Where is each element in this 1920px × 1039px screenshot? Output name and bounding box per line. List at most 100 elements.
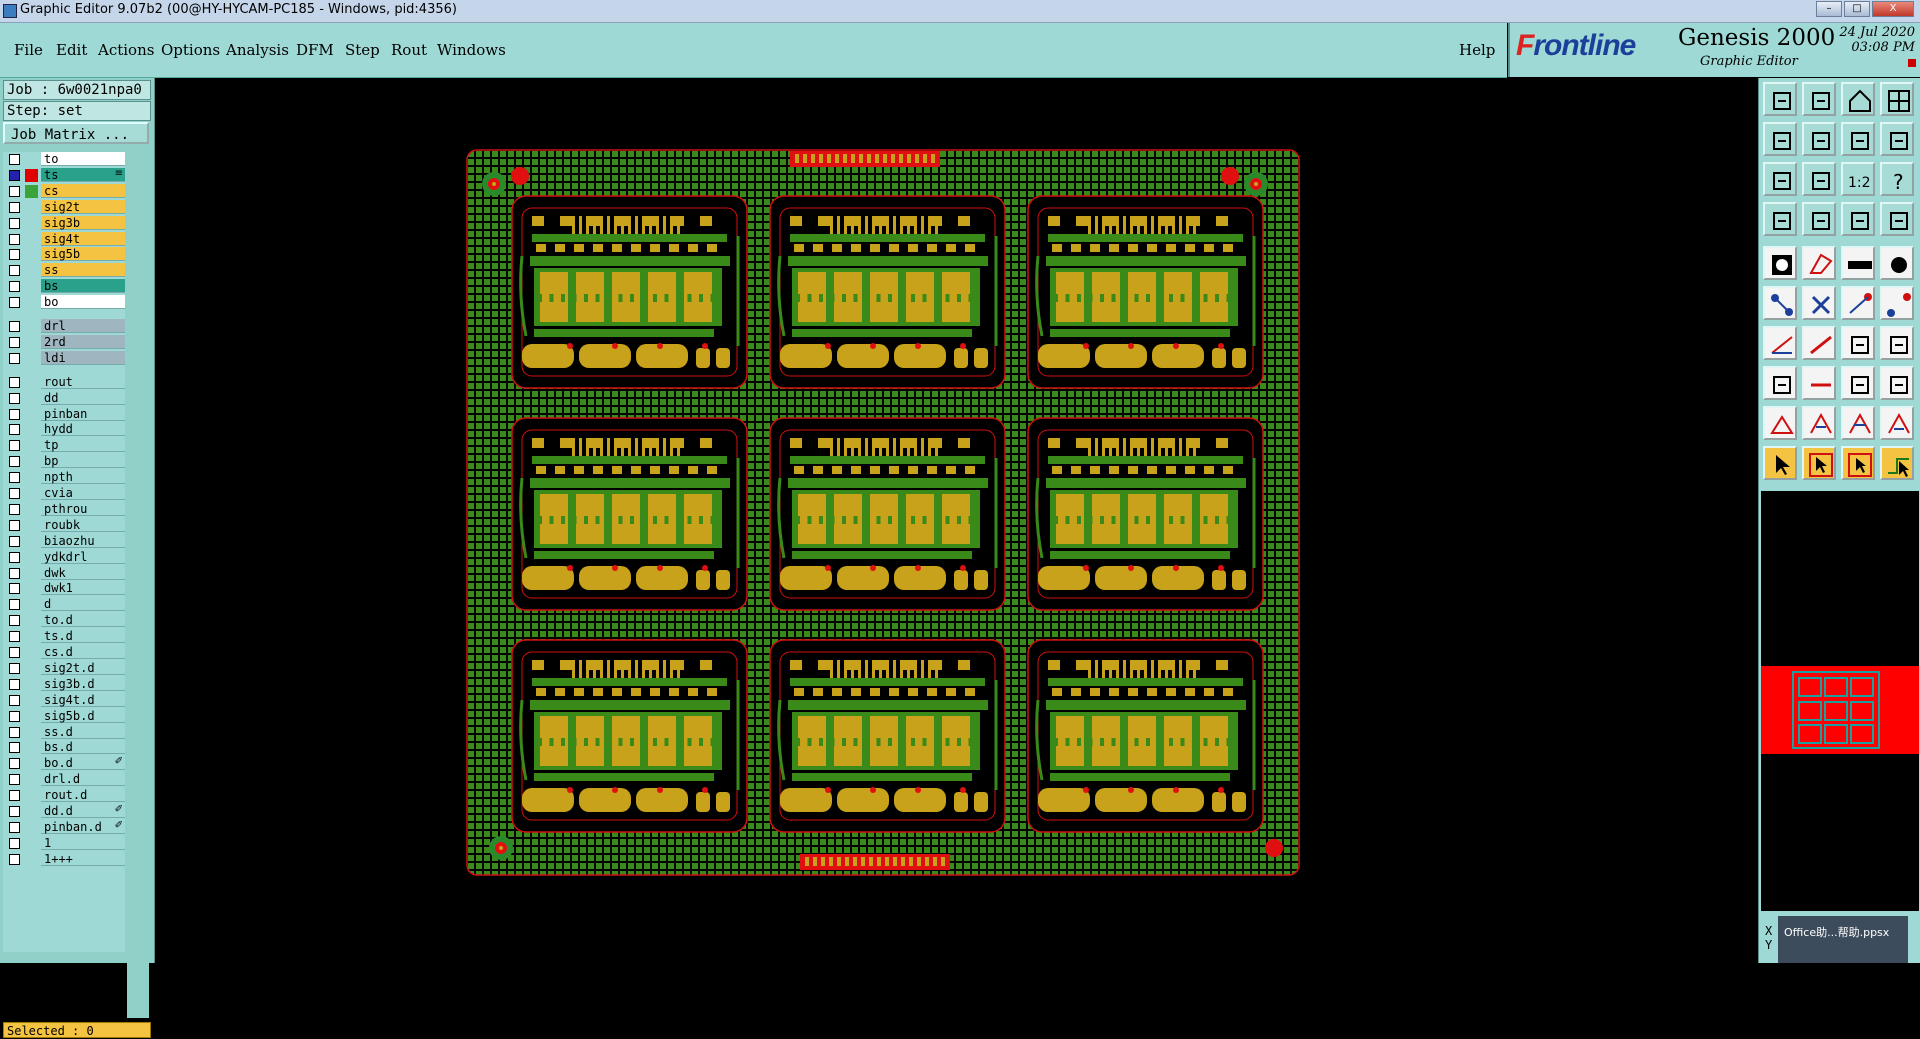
home-button[interactable]	[1841, 82, 1875, 116]
taskbar-preview[interactable]: Office助...帮助.ppsx	[1778, 916, 1908, 963]
layer-color-swatch[interactable]	[25, 567, 38, 580]
layer-row[interactable]: bs.d	[3, 740, 125, 755]
layer-color-swatch[interactable]	[25, 168, 38, 182]
layer-checkbox[interactable]	[9, 837, 20, 849]
layer-name[interactable]: dwk	[41, 565, 125, 580]
layer-name[interactable]: bs.d	[41, 740, 125, 755]
layer-color-swatch[interactable]	[25, 503, 38, 516]
layer-up-button[interactable]	[1763, 82, 1797, 116]
menu-analysis[interactable]: Analysis	[226, 41, 289, 59]
layer-checkbox[interactable]	[9, 169, 20, 181]
cross-button[interactable]	[1802, 286, 1836, 320]
layer-row[interactable]: bp	[3, 454, 125, 469]
layer-row[interactable]: npth	[3, 470, 125, 485]
layer-checkbox[interactable]	[9, 726, 20, 738]
layer-color-swatch[interactable]	[25, 455, 38, 468]
layer-checkbox[interactable]	[9, 662, 20, 674]
layer-name[interactable]: roubk	[41, 517, 125, 532]
window-button[interactable]	[1880, 82, 1914, 116]
layer-row[interactable]: ss	[3, 263, 125, 278]
layer-name[interactable]: tp	[41, 438, 125, 453]
layer-row[interactable]: rout.d	[3, 788, 125, 803]
menu-edit[interactable]: Edit	[56, 41, 87, 59]
layer-checkbox[interactable]	[9, 185, 20, 197]
layer-row[interactable]: d	[3, 597, 125, 612]
layer-checkbox[interactable]	[9, 472, 20, 484]
layer-color-swatch[interactable]	[25, 789, 38, 802]
diag-line-button[interactable]	[1802, 326, 1836, 360]
layer-color-swatch[interactable]	[25, 423, 38, 436]
menu-rout[interactable]: Rout	[391, 41, 427, 59]
layer-checkbox[interactable]	[9, 336, 20, 348]
layer-checkbox[interactable]	[9, 742, 20, 754]
layer-color-swatch[interactable]	[25, 336, 38, 349]
layer-color-swatch[interactable]	[25, 352, 38, 365]
layer-row[interactable]: bs	[3, 279, 125, 294]
layer-color-swatch[interactable]	[25, 805, 38, 818]
layer-row[interactable]: cs	[3, 183, 125, 199]
layer-name[interactable]: sig2t.d	[41, 660, 125, 675]
layer-color-swatch[interactable]	[25, 630, 38, 643]
layer-checkbox[interactable]	[9, 201, 20, 213]
layer-color-swatch[interactable]	[25, 408, 38, 421]
layer-row[interactable]: dd.d ✐	[3, 804, 125, 819]
layer-color-swatch[interactable]	[25, 821, 38, 834]
layer-checkbox[interactable]	[9, 249, 20, 261]
line-button[interactable]	[1763, 326, 1797, 360]
layer-color-swatch[interactable]	[25, 757, 38, 770]
layer-checkbox[interactable]	[9, 321, 20, 332]
layer-name[interactable]: dwk1	[41, 581, 125, 596]
layer-color-swatch[interactable]	[25, 280, 38, 293]
layer-checkbox[interactable]	[9, 694, 20, 706]
layer-color-swatch[interactable]	[25, 726, 38, 739]
redraw-button[interactable]	[1880, 122, 1914, 156]
layer-name[interactable]: bo.d	[41, 756, 125, 771]
layer-checkbox[interactable]	[9, 710, 20, 722]
layer-row[interactable]: bo.d ✐	[3, 756, 125, 771]
ruler-button[interactable]	[1841, 246, 1875, 280]
layer-name[interactable]: to	[41, 152, 125, 166]
layer-row[interactable]: cs.d	[3, 645, 125, 660]
layer-name[interactable]: bs	[41, 279, 125, 294]
layer-row[interactable]: sig5b.d	[3, 708, 125, 724]
layer-checkbox[interactable]	[9, 821, 20, 833]
layer-checkbox[interactable]	[9, 647, 20, 658]
layer-row[interactable]: 1+++	[3, 851, 125, 867]
layer-checkbox[interactable]	[9, 806, 20, 817]
layer-color-swatch[interactable]	[25, 535, 38, 548]
layer-color-swatch[interactable]	[25, 376, 38, 389]
copy-button[interactable]	[1880, 366, 1914, 400]
layer-name[interactable]: sig2t	[41, 199, 125, 214]
layer-color-swatch[interactable]	[25, 184, 38, 198]
line-node2-button[interactable]	[1880, 286, 1914, 320]
layer-row[interactable]: ldi	[3, 350, 125, 366]
layer-name[interactable]: biaozhu	[41, 533, 125, 548]
layer-checkbox[interactable]	[9, 615, 20, 627]
layer-checkbox[interactable]	[9, 265, 20, 277]
hline-button[interactable]	[1802, 366, 1836, 400]
layer-name[interactable]: ts.d	[41, 629, 125, 644]
layer-checkbox[interactable]	[9, 297, 20, 309]
layer-name[interactable]: drl	[41, 319, 125, 333]
layer-name[interactable]: dd	[41, 390, 125, 405]
pad-button[interactable]	[1763, 246, 1797, 280]
layer-checkbox[interactable]	[9, 790, 20, 802]
triangle-a-button[interactable]	[1763, 406, 1797, 440]
layer-checkbox[interactable]	[9, 678, 20, 690]
layer-checkbox[interactable]	[9, 551, 20, 563]
layer-name[interactable]: rout	[41, 374, 125, 389]
pointer-button[interactable]	[1763, 446, 1797, 480]
layer-name[interactable]: 1+++	[41, 851, 125, 866]
layer-color-swatch[interactable]	[25, 582, 38, 595]
zoom-left-button[interactable]	[1763, 122, 1797, 156]
pointer-move-button[interactable]	[1841, 446, 1875, 480]
array-button[interactable]	[1880, 326, 1914, 360]
layer-checkbox[interactable]	[9, 154, 20, 165]
layer-color-swatch[interactable]	[25, 741, 38, 754]
layer-row[interactable]: 2rd	[3, 334, 125, 350]
layer-name[interactable]: cs.d	[41, 645, 125, 659]
layer-name[interactable]: ss.d	[41, 724, 125, 739]
bracket-button[interactable]	[1841, 366, 1875, 400]
layer-checkbox[interactable]	[9, 599, 20, 611]
graphic-canvas[interactable]	[155, 78, 1757, 963]
